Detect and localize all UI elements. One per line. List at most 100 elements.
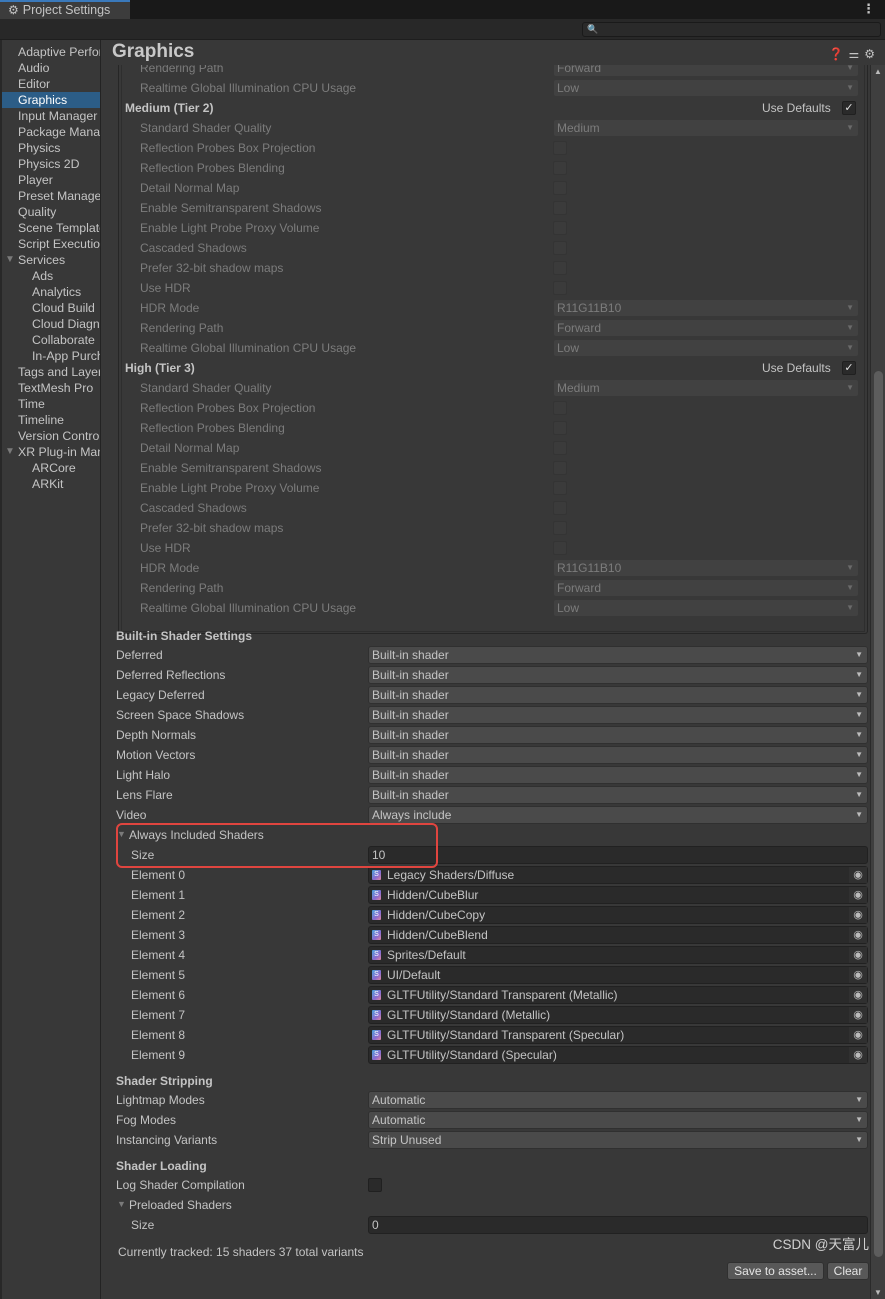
dropdown[interactable]: Built-in shader ▼ [368,746,868,764]
sidebar-item[interactable]: Cloud Diagnostics [2,316,100,332]
dropdown[interactable]: Built-in shader ▼ [368,686,868,704]
shader-object-field[interactable]: S Hidden/CubeCopy ◉ [368,906,868,924]
vertical-scrollbar[interactable]: ▲ ▼ [870,65,885,1299]
checkbox[interactable] [553,441,567,455]
sidebar-item[interactable]: Player [2,172,100,188]
object-picker-icon[interactable]: ◉ [849,987,867,1003]
dropdown[interactable]: Automatic ▼ [368,1111,868,1129]
checkbox[interactable] [368,1178,382,1192]
checkbox[interactable] [553,221,567,235]
checkbox[interactable] [553,261,567,275]
object-picker-icon[interactable]: ◉ [849,867,867,883]
sidebar-item[interactable]: Analytics [2,284,100,300]
dropdown[interactable]: Built-in shader ▼ [368,766,868,784]
sidebar-item[interactable]: Cloud Build [2,300,100,316]
preloaded-size-field[interactable]: 0 [368,1216,868,1234]
help-icon[interactable]: ❓ [829,47,849,61]
foldout-arrow-icon[interactable]: ▼ [117,1199,126,1209]
sidebar-item[interactable]: ARCore [2,460,100,476]
clear-button[interactable]: Clear [827,1262,869,1280]
sidebar-item[interactable]: ▼ Services [2,252,100,268]
sidebar-item[interactable]: Editor [2,76,100,92]
dropdown[interactable]: Forward ▼ [553,579,859,597]
sidebar-item[interactable]: Graphics [2,92,100,108]
checkbox[interactable] [553,181,567,195]
shader-object-field[interactable]: S GLTFUtility/Standard (Metallic) ◉ [368,1006,868,1024]
sidebar-item[interactable]: Package Manager [2,124,100,140]
dropdown[interactable]: Low ▼ [553,79,859,97]
dropdown[interactable]: Built-in shader ▼ [368,786,868,804]
scrollbar-thumb[interactable] [874,371,883,1257]
sidebar-item[interactable]: Preset Manager [2,188,100,204]
sidebar-item[interactable]: Time [2,396,100,412]
dropdown[interactable]: Always include ▼ [368,806,868,824]
scroll-down-icon[interactable]: ▼ [874,1288,882,1297]
sidebar-item[interactable]: In-App Purchasing [2,348,100,364]
checkbox[interactable]: ✓ [842,361,856,375]
shader-object-field[interactable]: S GLTFUtility/Standard Transparent (Specu… [368,1026,868,1044]
sidebar-item[interactable]: Physics [2,140,100,156]
checkbox[interactable] [553,161,567,175]
sidebar-item[interactable]: Quality [2,204,100,220]
more-menu-icon[interactable]: ⋮ [862,1,875,17]
checkbox[interactable] [553,401,567,415]
checkbox[interactable]: ✓ [842,101,856,115]
sidebar-item[interactable]: Audio [2,60,100,76]
shader-object-field[interactable]: S Sprites/Default ◉ [368,946,868,964]
shader-object-field[interactable]: S UI/Default ◉ [368,966,868,984]
sidebar-item[interactable]: Physics 2D [2,156,100,172]
checkbox[interactable] [553,141,567,155]
sidebar-item[interactable]: Timeline [2,412,100,428]
object-picker-icon[interactable]: ◉ [849,1047,867,1063]
sidebar-item[interactable]: Adaptive Performance [2,44,100,60]
shader-object-field[interactable]: S Legacy Shaders/Diffuse ◉ [368,866,868,884]
project-settings-tab[interactable]: ⚙ Project Settings [0,0,130,19]
checkbox[interactable] [553,241,567,255]
checkbox[interactable] [553,521,567,535]
checkbox[interactable] [553,461,567,475]
shader-object-field[interactable]: S GLTFUtility/Standard (Specular) ◉ [368,1046,868,1064]
checkbox[interactable] [553,501,567,515]
dropdown[interactable]: Forward ▼ [553,319,859,337]
sidebar-item[interactable]: Input Manager [2,108,100,124]
sidebar-item[interactable]: Version Control [2,428,100,444]
checkbox[interactable] [553,481,567,495]
size-field[interactable]: 10 [368,846,868,864]
shader-object-field[interactable]: S GLTFUtility/Standard Transparent (Metal… [368,986,868,1004]
dropdown[interactable]: R11G11B10 ▼ [553,559,859,577]
scroll-up-icon[interactable]: ▲ [874,67,882,76]
sidebar-item[interactable]: Scene Template [2,220,100,236]
preset-sliders-icon[interactable]: ⚌ [848,47,864,61]
dropdown[interactable]: Built-in shader ▼ [368,706,868,724]
dropdown[interactable]: Built-in shader ▼ [368,726,868,744]
settings-gear-icon[interactable]: ⚙ [864,47,880,61]
dropdown[interactable]: Medium ▼ [553,119,859,137]
sidebar-item[interactable]: Tags and Layers [2,364,100,380]
object-picker-icon[interactable]: ◉ [849,967,867,983]
search-input[interactable]: 🔍 [582,22,881,37]
object-picker-icon[interactable]: ◉ [849,927,867,943]
checkbox[interactable] [553,421,567,435]
checkbox[interactable] [553,541,567,555]
object-picker-icon[interactable]: ◉ [849,1027,867,1043]
shader-object-field[interactable]: S Hidden/CubeBlend ◉ [368,926,868,944]
object-picker-icon[interactable]: ◉ [849,887,867,903]
sidebar-item[interactable]: Script Execution Order [2,236,100,252]
checkbox[interactable] [553,281,567,295]
dropdown[interactable]: Low ▼ [553,599,859,617]
sidebar-item[interactable]: ▼XR Plug-in Management [2,444,100,460]
sidebar-item[interactable]: Collaborate [2,332,100,348]
fold-arrow-icon[interactable]: ▼ [5,444,15,460]
dropdown[interactable]: Built-in shader ▼ [368,646,868,664]
object-picker-icon[interactable]: ◉ [849,907,867,923]
object-picker-icon[interactable]: ◉ [849,1007,867,1023]
dropdown[interactable]: Medium ▼ [553,379,859,397]
save-to-asset-button[interactable]: Save to asset... [727,1262,824,1280]
sidebar-item[interactable]: Ads [2,268,100,284]
fold-arrow-icon[interactable]: ▼ [5,252,15,268]
dropdown[interactable]: Low ▼ [553,339,859,357]
sidebar-item[interactable]: ARKit [2,476,100,492]
dropdown[interactable]: Strip Unused ▼ [368,1131,868,1149]
dropdown[interactable]: Automatic ▼ [368,1091,868,1109]
object-picker-icon[interactable]: ◉ [849,947,867,963]
